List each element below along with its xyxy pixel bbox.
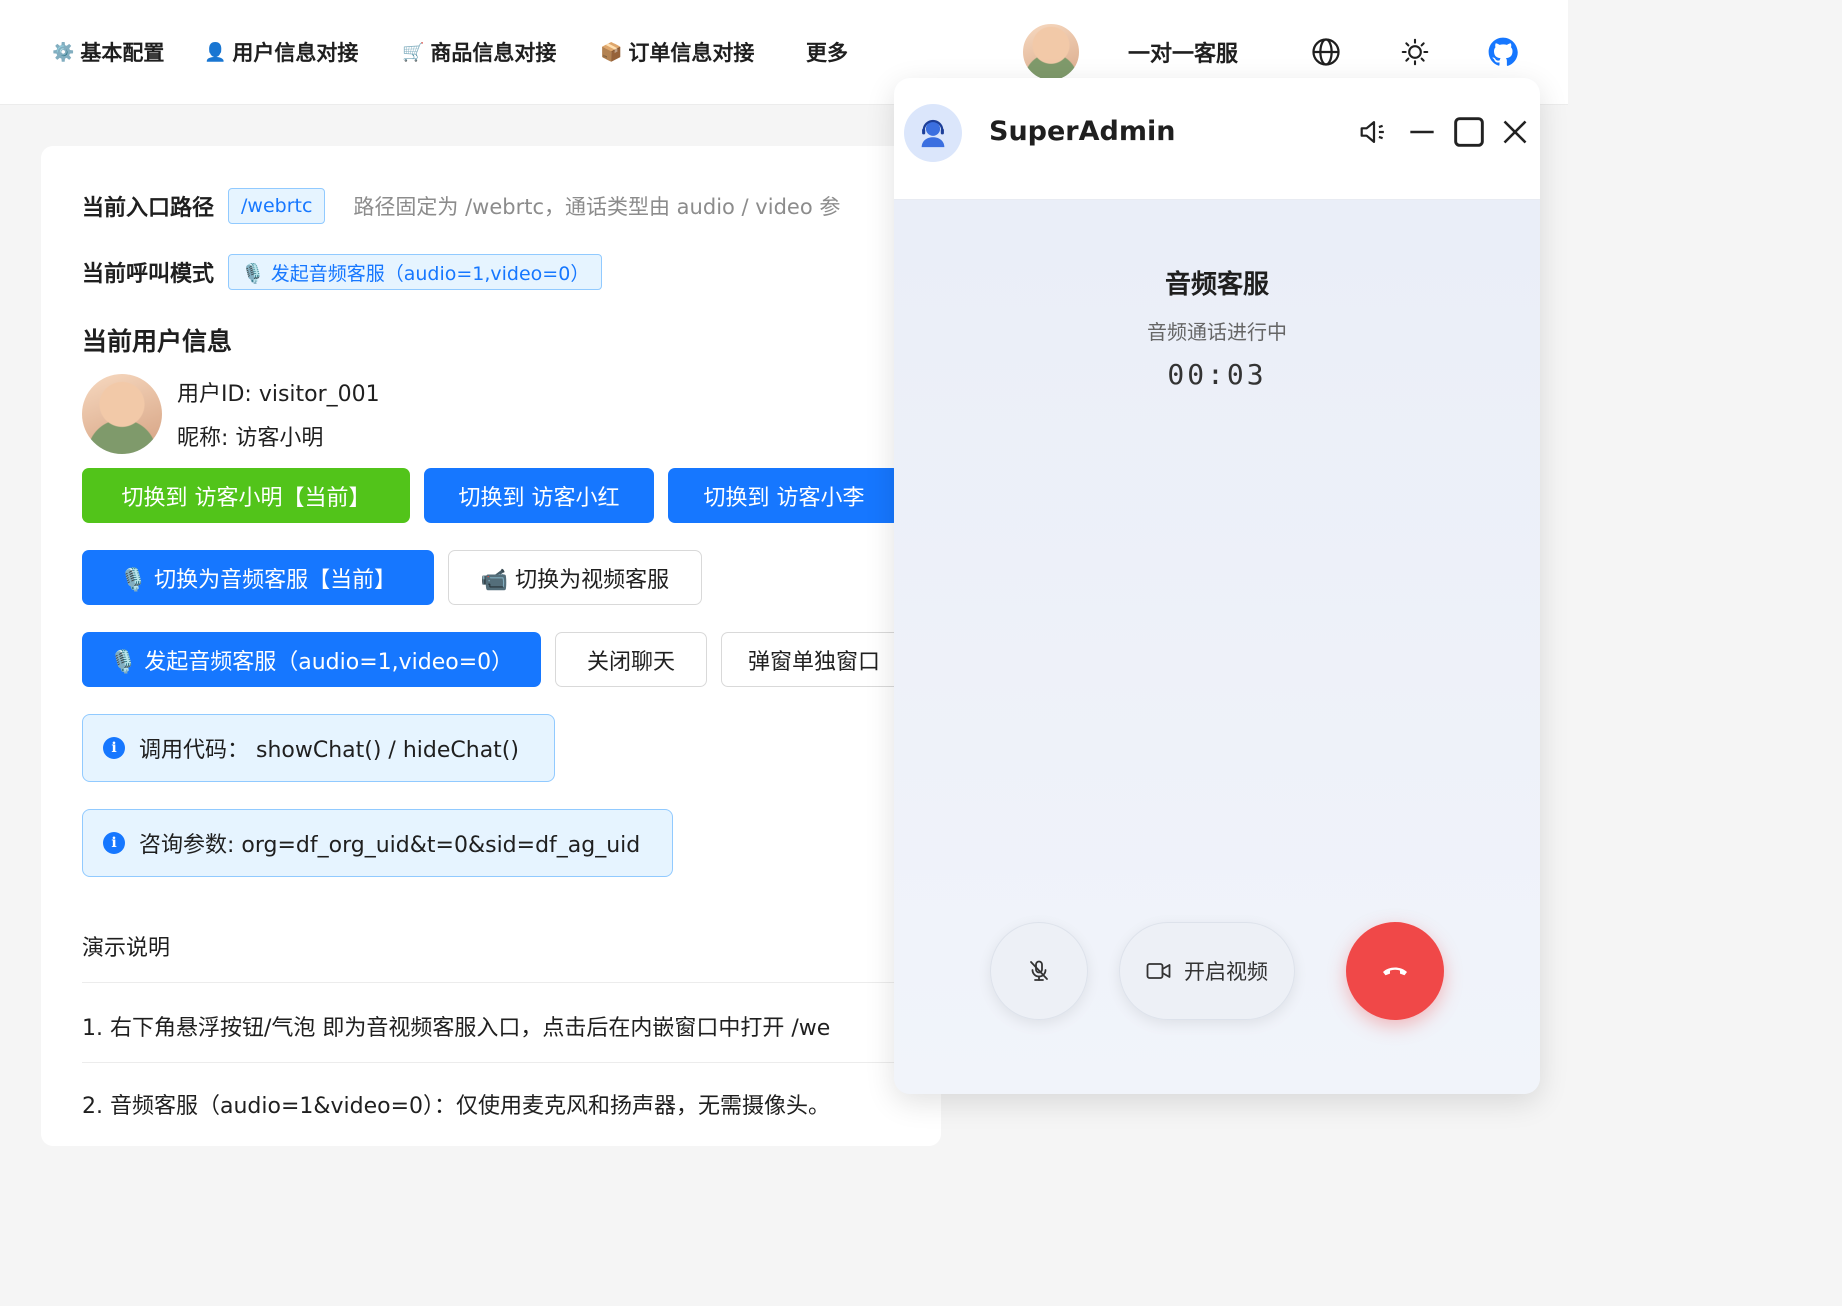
github-icon[interactable] bbox=[1487, 36, 1519, 68]
call-window: SuperAdmin 音频客服 音频通话进行中 00:03 开启视频 bbox=[894, 78, 1540, 1094]
demo-line-2: 2. 音频客服（audio=1&video=0）：仅使用麦克风和扬声器，无需摄像… bbox=[82, 1094, 831, 1119]
nav-item-user-info[interactable]: 👤 用户信息对接 bbox=[204, 36, 358, 68]
nav-item-label: 基本配置 bbox=[80, 41, 165, 65]
start-audio-service-button[interactable]: 🎙️ 发起音频客服（audio=1,video=0） bbox=[82, 632, 541, 687]
call-title: 音频客服 bbox=[1164, 270, 1269, 300]
entry-path-hint: 路径固定为 /webrtc，通话类型由 audio / video 参 bbox=[353, 195, 841, 219]
mic-off-icon bbox=[1030, 960, 1048, 981]
nav-item-label: 用户信息对接 bbox=[232, 41, 359, 65]
call-mode-tag: 🎙️ 发起音频客服（audio=1,video=0） bbox=[228, 254, 603, 290]
nav-item-product-info[interactable]: 🛒 商品信息对接 bbox=[402, 36, 556, 68]
info-icon: i bbox=[103, 737, 125, 759]
switch-user-xiaoli-button[interactable]: 切换到 访客小李 bbox=[668, 468, 900, 523]
nav-item-label: 更多 bbox=[806, 41, 848, 65]
demo-line-1: 1. 右下角悬浮按钮/气泡 即为音视频客服入口，点击后在内嵌窗口中打开 /we bbox=[82, 1016, 831, 1041]
nav-item-order-info[interactable]: 📦 订单信息对接 bbox=[600, 36, 754, 68]
switch-audio-mode-button[interactable]: 🎙️ 切换为音频客服【当前】 bbox=[82, 550, 434, 605]
entry-path-row: 当前入口路径 /webrtc 路径固定为 /webrtc，通话类型由 audio… bbox=[82, 188, 840, 224]
gear-icon: ⚙️ bbox=[52, 41, 75, 63]
nav-item-label: 商品信息对接 bbox=[430, 41, 557, 65]
demo-title: 演示说明 bbox=[82, 936, 171, 961]
call-window-header[interactable]: SuperAdmin bbox=[894, 78, 1540, 200]
nav-item-label: 订单信息对接 bbox=[628, 41, 755, 65]
nav-item-more[interactable]: 更多 bbox=[806, 36, 848, 68]
code-alert: i 调用代码： showChat() / hideChat() bbox=[82, 714, 555, 782]
maximize-icon[interactable] bbox=[1451, 114, 1487, 150]
user-icon: 👤 bbox=[204, 41, 227, 63]
switch-user-xiaohong-button[interactable]: 切换到 访客小红 bbox=[424, 468, 654, 523]
hangup-button[interactable] bbox=[1346, 922, 1444, 1020]
entry-path-tag: /webrtc bbox=[228, 188, 326, 224]
start-video-label: 开启视频 bbox=[1184, 960, 1268, 984]
main-card: 当前入口路径 /webrtc 路径固定为 /webrtc，通话类型由 audio… bbox=[41, 146, 941, 1146]
agent-name: SuperAdmin bbox=[989, 116, 1176, 147]
call-mode-label: 当前呼叫模式 bbox=[82, 262, 215, 287]
user-section-title: 当前用户信息 bbox=[82, 327, 233, 356]
avatar bbox=[82, 374, 162, 454]
divider bbox=[82, 1062, 941, 1063]
code-alert-text: 调用代码： showChat() / hideChat() bbox=[139, 738, 519, 763]
cart-icon: 🛒 bbox=[402, 41, 425, 63]
sun-icon[interactable] bbox=[1399, 36, 1431, 68]
minimize-icon[interactable] bbox=[1404, 114, 1440, 150]
switch-video-mode-button[interactable]: 📹 切换为视频客服 bbox=[448, 550, 702, 605]
user-id-text: 用户ID: visitor_001 bbox=[177, 382, 380, 407]
call-mode-row: 当前呼叫模式 🎙️ 发起音频客服（audio=1,video=0） bbox=[82, 254, 603, 290]
mute-mic-button[interactable] bbox=[990, 922, 1088, 1020]
avatar[interactable] bbox=[1021, 22, 1081, 82]
video-camera-icon bbox=[1146, 963, 1171, 979]
nav-item-basic-config[interactable]: ⚙️ 基本配置 bbox=[52, 36, 164, 68]
info-icon: i bbox=[103, 832, 125, 854]
phone-hangup-icon bbox=[1383, 967, 1407, 976]
call-timer: 00:03 bbox=[1167, 358, 1267, 391]
entry-path-label: 当前入口路径 bbox=[82, 196, 215, 221]
params-alert-text: 咨询参数: org=df_org_uid&t=0&sid=df_ag_uid bbox=[139, 833, 641, 858]
speaker-icon[interactable] bbox=[1356, 114, 1392, 150]
switch-user-xiaoming-button[interactable]: 切换到 访客小明【当前】 bbox=[82, 468, 410, 523]
divider bbox=[82, 982, 941, 983]
globe-icon[interactable] bbox=[1310, 36, 1342, 68]
close-chat-button[interactable]: 关闭聊天 bbox=[555, 632, 707, 687]
headset-agent-icon bbox=[921, 119, 945, 148]
params-alert: i 咨询参数: org=df_org_uid&t=0&sid=df_ag_uid bbox=[82, 809, 673, 877]
package-icon: 📦 bbox=[600, 41, 623, 63]
call-status: 音频通话进行中 bbox=[1147, 320, 1287, 344]
nickname-text: 昵称: 访客小明 bbox=[177, 426, 324, 451]
start-video-button[interactable]: 开启视频 bbox=[1119, 922, 1295, 1020]
agent-avatar bbox=[904, 104, 962, 162]
popup-window-button[interactable]: 弹窗单独窗口 bbox=[721, 632, 921, 687]
close-icon[interactable] bbox=[1497, 114, 1533, 150]
one-to-one-service-link[interactable]: 一对一客服 bbox=[1128, 36, 1238, 68]
